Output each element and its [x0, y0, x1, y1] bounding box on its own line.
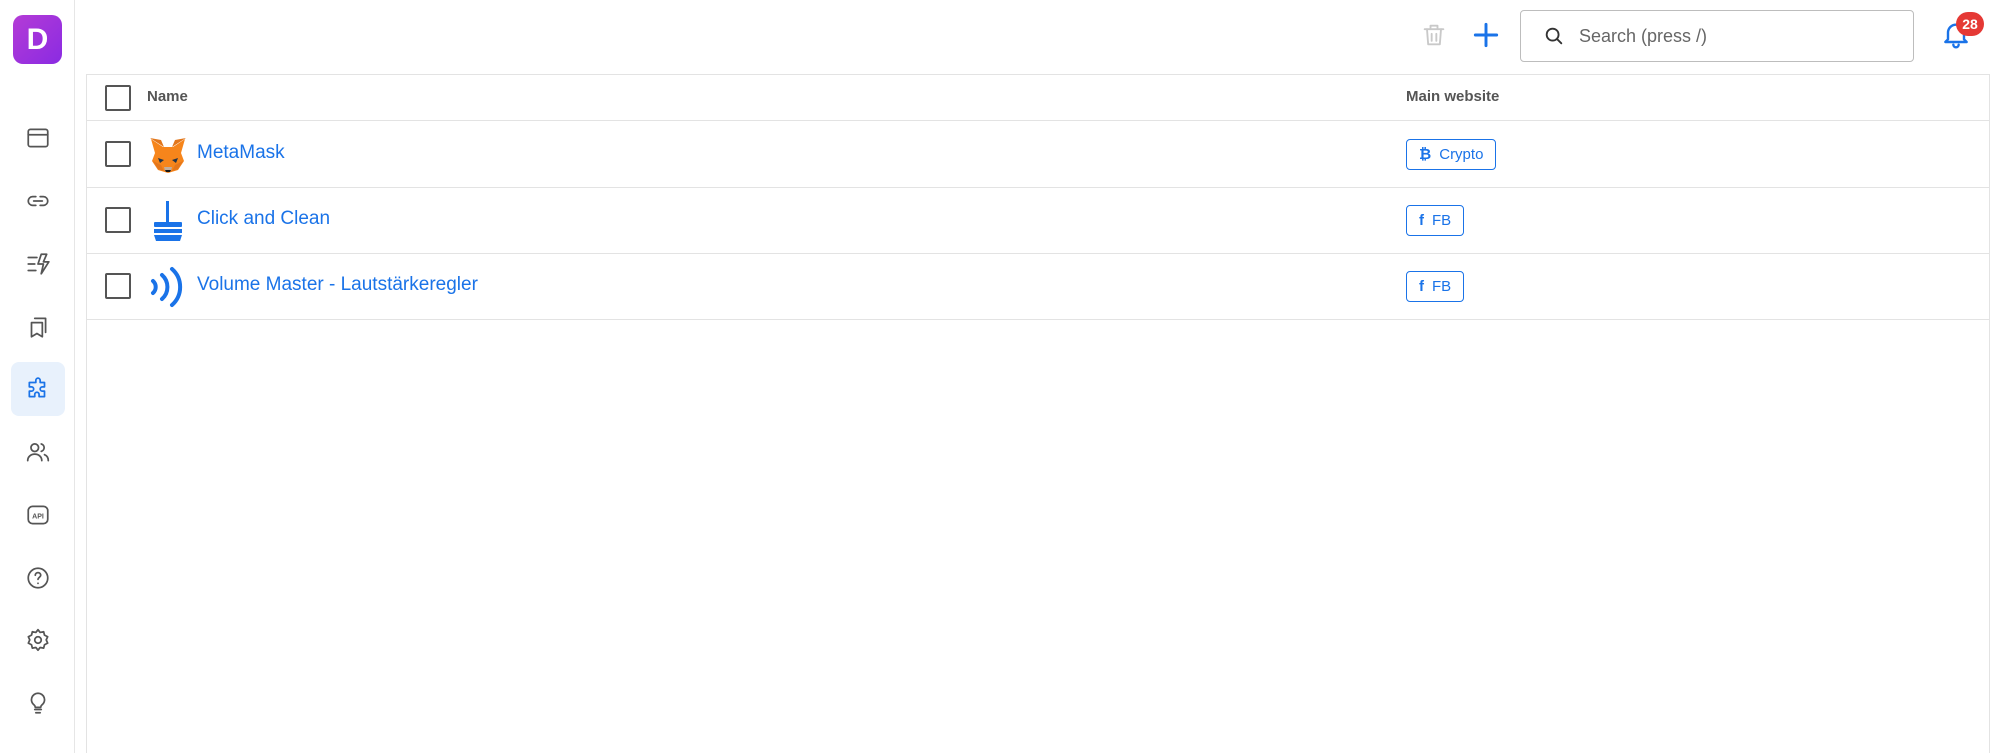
help-icon [27, 567, 49, 589]
add-extension-button[interactable] [1470, 19, 1502, 51]
nav-team[interactable] [11, 425, 65, 479]
broom-icon [147, 200, 189, 242]
website-chip[interactable]: ₿ Crypto [1406, 139, 1497, 170]
browser-window-icon [27, 128, 49, 148]
nav-links[interactable] [11, 174, 65, 228]
app-logo[interactable]: D [13, 15, 62, 64]
website-chip[interactable]: f FB [1406, 205, 1465, 236]
extensions-table: Name Main website MetaMask ₿ Crypto Clic… [86, 74, 1990, 753]
nav-automation[interactable] [11, 237, 65, 291]
lightbulb-icon [30, 692, 46, 714]
column-header-name[interactable]: Name [147, 88, 188, 105]
delete-button[interactable] [1420, 21, 1448, 49]
svg-text:API: API [32, 513, 44, 520]
nav-bookmarks[interactable] [11, 300, 65, 354]
table-header: Name Main website [87, 75, 1989, 121]
metamask-fox-icon [147, 134, 189, 176]
api-icon: API [27, 505, 49, 525]
column-header-main-website[interactable]: Main website [1406, 88, 1499, 105]
website-chip[interactable]: f FB [1406, 271, 1465, 302]
plus-icon [1473, 22, 1499, 48]
nav-help[interactable] [11, 551, 65, 605]
nav-api[interactable]: API [11, 488, 65, 542]
users-icon [26, 443, 50, 462]
settings-icon [27, 628, 49, 652]
automation-icon [27, 253, 50, 275]
bookmarks-icon [30, 317, 47, 338]
nav-browser-profiles[interactable] [11, 111, 65, 165]
search-icon [1543, 25, 1565, 47]
facebook-icon: f [1419, 212, 1424, 229]
extension-name-link[interactable]: MetaMask [197, 142, 285, 164]
row-checkbox[interactable] [105, 207, 131, 233]
website-chip-label: Crypto [1439, 146, 1484, 163]
row-checkbox[interactable] [105, 141, 131, 167]
table-row[interactable]: MetaMask ₿ Crypto [87, 122, 1989, 188]
nav-extensions[interactable] [11, 362, 65, 416]
row-checkbox[interactable] [105, 273, 131, 299]
link-icon [27, 195, 49, 207]
table-row[interactable]: Click and Clean f FB [87, 188, 1989, 254]
nav-settings[interactable] [11, 613, 65, 667]
extension-name-link[interactable]: Click and Clean [197, 208, 330, 230]
logo-letter: D [26, 22, 49, 56]
bitcoin-icon: ₿ [1419, 146, 1432, 163]
volume-waves-icon [147, 266, 189, 308]
table-row[interactable]: Volume Master - Lautstärkeregler f FB [87, 254, 1989, 320]
trash-icon [1423, 24, 1445, 46]
website-chip-label: FB [1432, 278, 1452, 295]
website-chip-label: FB [1432, 212, 1452, 229]
search-input[interactable] [1579, 25, 1899, 47]
sidebar: D API [0, 0, 75, 753]
extension-name-link[interactable]: Volume Master - Lautstärkeregler [197, 274, 478, 296]
extension-puzzle-icon [28, 377, 46, 398]
search-box[interactable] [1520, 10, 1914, 62]
notification-count-badge: 28 [1956, 12, 1984, 36]
nav-tips[interactable] [11, 676, 65, 730]
select-all-checkbox[interactable] [105, 85, 131, 111]
facebook-icon: f [1419, 278, 1424, 295]
